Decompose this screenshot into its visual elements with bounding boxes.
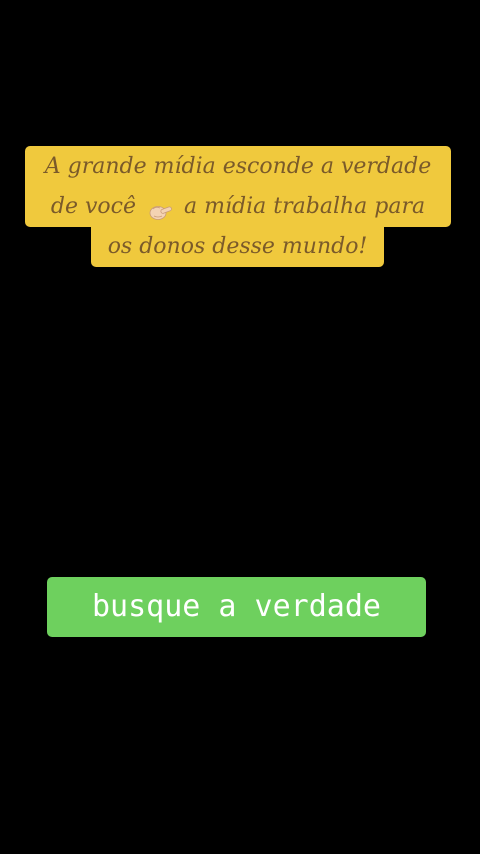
caption-text-1: A grande mídia esconde a verdade (44, 154, 432, 179)
caption-text-2b: a mídia trabalha para (184, 194, 426, 219)
search-truth-label: busque a verdade (47, 577, 426, 637)
caption-line-1: A grande mídia esconde a verdade (25, 146, 451, 187)
caption-line-3: os donos desse mundo! (91, 226, 384, 267)
pointing-finger-icon (147, 195, 173, 220)
label-text: busque a verdade (92, 589, 381, 624)
caption-text-3: os donos desse mundo! (107, 234, 368, 259)
caption-text-2a: de você (50, 194, 137, 219)
video-frame: A grande mídia esconde a verdade de você… (0, 0, 480, 854)
caption-line-2: de você a mídia trabalha para (25, 186, 451, 227)
